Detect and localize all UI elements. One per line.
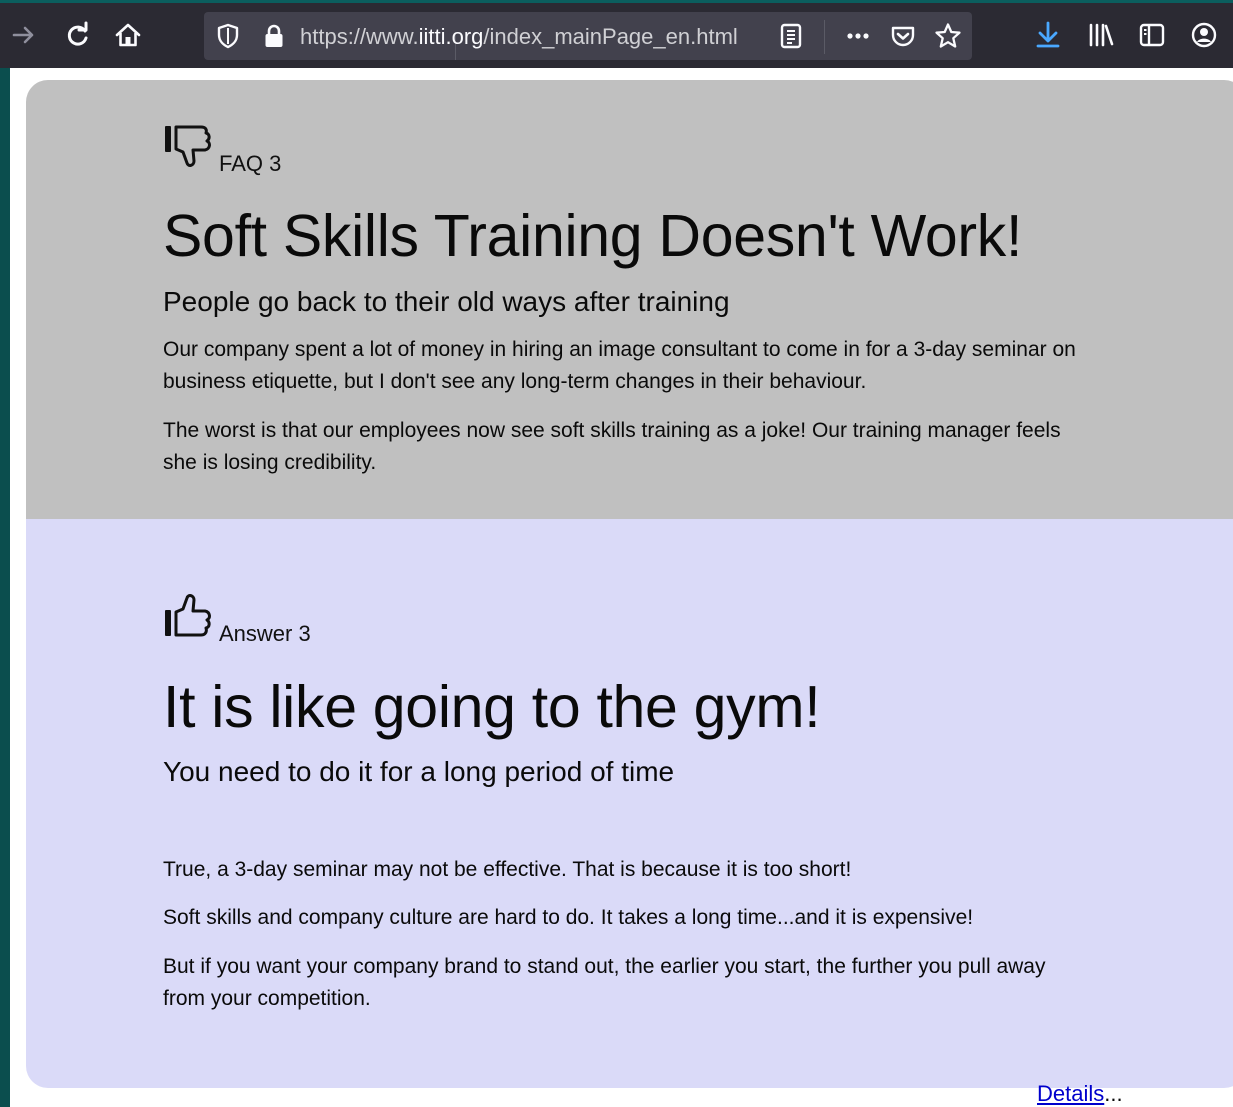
reader-view-icon[interactable] — [773, 18, 809, 54]
sidebar-icon[interactable] — [1134, 17, 1170, 53]
url-text[interactable]: https://www.iitti.org/index_mainPage_en.… — [300, 24, 738, 50]
faq-card: FAQ 3 Soft Skills Training Doesn't Work!… — [26, 80, 1233, 520]
thumbs-up-icon — [163, 592, 213, 645]
url-path: /index_mainPage_en.html — [483, 24, 738, 49]
faq-paragraph-2: The worst is that our employees now see … — [163, 419, 1061, 474]
faq-paragraph-1: Our company spent a lot of money in hiri… — [163, 338, 1076, 393]
faq-subtitle: People go back to their old ways after t… — [163, 286, 730, 317]
answer-kicker-label: Answer 3 — [219, 621, 311, 646]
url-bar[interactable]: https://www.iitti.org/index_mainPage_en.… — [204, 12, 972, 60]
answer-title: It is like going to the gym! — [163, 674, 821, 740]
reload-icon[interactable] — [60, 17, 96, 53]
shield-icon[interactable] — [210, 18, 246, 54]
lock-icon[interactable] — [256, 18, 292, 54]
pocket-icon[interactable] — [885, 18, 921, 54]
url-domain: iitti.org — [418, 24, 484, 49]
answer-paragraph-2: Soft skills and company culture are hard… — [163, 906, 974, 929]
url-prefix: https://www. — [300, 24, 419, 49]
bookmark-star-icon[interactable] — [930, 18, 966, 54]
download-icon[interactable] — [1030, 17, 1066, 53]
answer-kicker: Answer 3 — [163, 592, 311, 646]
answer-paragraph-1: True, a 3-day seminar may not be effecti… — [163, 858, 852, 881]
page-content: FAQ 3 Soft Skills Training Doesn't Work!… — [10, 68, 1233, 1107]
thumbs-down-icon — [163, 122, 213, 175]
faq-kicker: FAQ 3 — [163, 122, 282, 176]
home-icon[interactable] — [110, 17, 146, 53]
more-icon[interactable] — [840, 18, 876, 54]
details-suffix: ... — [1104, 1081, 1123, 1106]
details-row: Details... — [1037, 1081, 1123, 1107]
answer-card: Answer 3 It is like going to the gym! Yo… — [26, 519, 1233, 1106]
faq-title: Soft Skills Training Doesn't Work! — [163, 203, 1023, 269]
urlbar-divider-2 — [824, 20, 825, 54]
library-icon[interactable] — [1083, 17, 1119, 53]
answer-subtitle: You need to do it for a long period of t… — [163, 756, 675, 787]
faq-kicker-label: FAQ 3 — [219, 151, 282, 176]
details-link[interactable]: Details — [1037, 1081, 1104, 1106]
answer-paragraph-3: But if you want your company brand to st… — [163, 955, 1046, 1010]
account-icon[interactable] — [1186, 17, 1222, 53]
forward-icon[interactable] — [6, 17, 42, 53]
browser-toolbar: https://www.iitti.org/index_mainPage_en.… — [0, 0, 1233, 68]
